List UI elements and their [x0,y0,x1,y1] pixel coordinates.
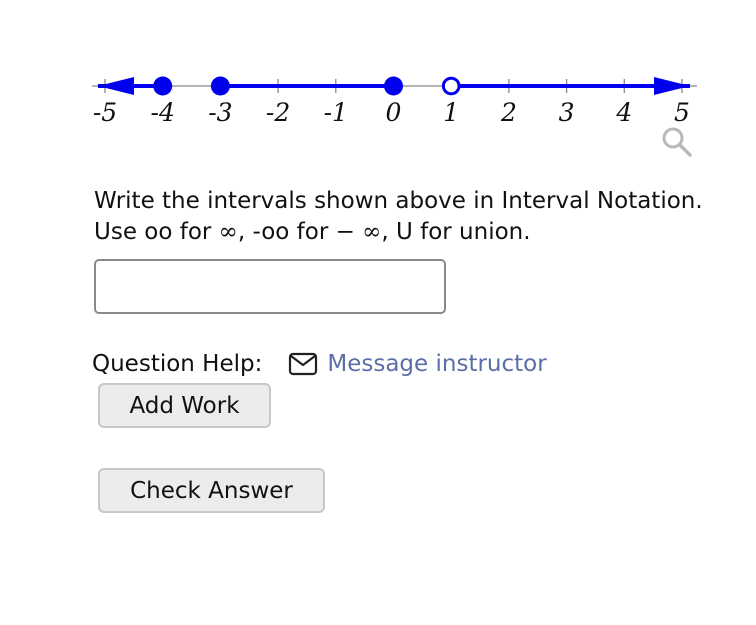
negative-infinity-symbol: − ∞ [335,219,382,245]
closed-endpoint [210,76,230,96]
check-answer-button[interactable]: Check Answer [98,468,325,513]
question-help: Question Help: Message instructor [92,347,547,381]
tick-label: 5 [674,98,690,127]
tick-label: -5 [93,98,117,127]
message-instructor-label: Message instructor [327,351,547,377]
message-instructor-link[interactable]: Message instructor [288,351,547,377]
envelope-icon [289,352,318,376]
instructions: Write the intervals shown above in Inter… [94,186,703,248]
closed-endpoint [153,76,173,96]
question-help-label: Question Help: [92,351,263,377]
tick-label: 0 [386,98,402,127]
tick-label: -2 [266,98,290,127]
tick-label: -3 [208,98,232,127]
tick-label: 1 [443,98,459,127]
tick-label: -1 [324,98,348,127]
instructions-line-1: Write the intervals shown above in Inter… [94,188,703,214]
closed-endpoint [384,76,403,96]
tick-label: 4 [615,98,632,127]
instructions-text-a: Use oo for [94,219,219,245]
answer-input[interactable] [94,259,446,314]
tick-label: 3 [559,98,575,127]
open-endpoint [441,76,461,96]
infinity-symbol: ∞ [218,219,238,245]
right-arrow [654,77,690,95]
instructions-text-b: , -oo for [237,219,336,245]
number-line: -5 -4 -3 -2 -1 0 1 2 3 4 5 [92,76,697,127]
instructions-line-2: Use oo for ∞, -oo for − ∞, U for union. [94,217,703,248]
left-arrow [98,77,134,95]
tick-label: -4 [151,98,175,127]
magnifier-icon[interactable] [660,125,694,159]
add-work-button[interactable]: Add Work [98,383,271,428]
instructions-text-c: , U for union. [381,219,531,245]
tick-label: 2 [500,98,517,127]
